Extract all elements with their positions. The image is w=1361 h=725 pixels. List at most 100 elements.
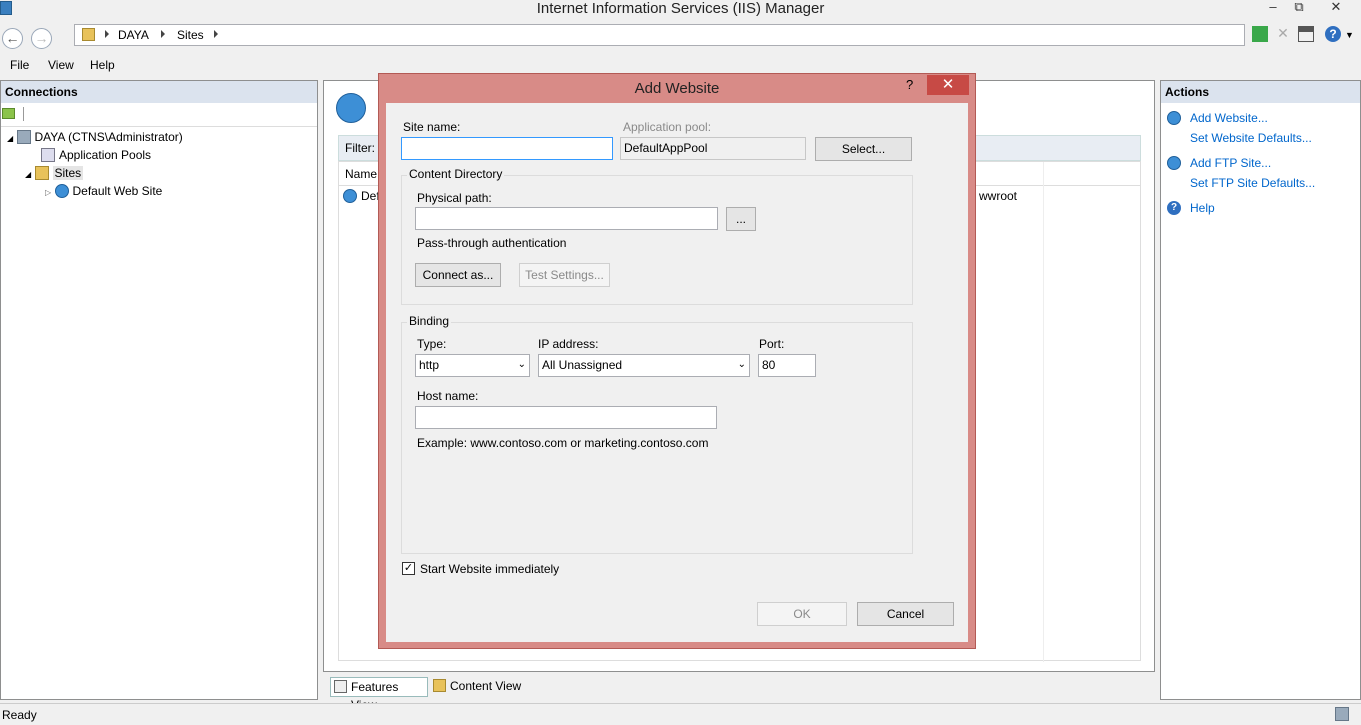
browse-button[interactable]: ... [726, 207, 756, 231]
start-website-checkbox[interactable]: ✓ [402, 562, 415, 575]
collapse-arrow-icon[interactable]: ◢ [7, 134, 13, 143]
sites-folder-icon [34, 166, 49, 180]
toolbar-divider [23, 107, 24, 121]
sites-globe-icon [336, 93, 366, 123]
content-directory-label: Content Directory [407, 167, 505, 181]
row-name: Def [361, 189, 380, 203]
connect-as-button[interactable]: Connect as... [415, 263, 501, 287]
ok-button[interactable]: OK [757, 602, 847, 626]
row-physical-path: wwroot [979, 189, 1018, 203]
refresh-icon[interactable] [1252, 26, 1268, 42]
connections-toolbar [1, 103, 317, 127]
physical-path-label: Physical path: [417, 191, 492, 205]
features-view-icon [334, 680, 347, 693]
port-input[interactable]: 80 [758, 354, 816, 377]
binding-label: Binding [407, 314, 452, 328]
address-bar[interactable]: DAYA Sites [74, 24, 1245, 46]
menu-view[interactable]: View [48, 58, 74, 72]
tree-label-app-pools: Application Pools [59, 148, 152, 162]
action-add-ftp-site[interactable]: Add FTP Site... [1190, 156, 1271, 170]
connections-panel: Connections ◢ DAYA (CTNS\Administrator) … [0, 80, 318, 700]
cancel-button[interactable]: Cancel [857, 602, 954, 626]
folder-icon [82, 28, 95, 41]
breadcrumb-separator-icon [105, 30, 109, 38]
action-set-website-defaults[interactable]: Set Website Defaults... [1190, 131, 1312, 145]
port-label: Port: [759, 337, 785, 351]
tree-item-default-web-site[interactable]: ▷ Default Web Site [45, 184, 162, 198]
tree-item-sites[interactable]: ◢ Sites [25, 166, 84, 180]
dialog-help-button[interactable]: ? [906, 77, 913, 92]
stop-icon[interactable]: ✕ [1275, 26, 1291, 42]
column-header-name[interactable]: Name [345, 167, 377, 181]
action-set-ftp-site-defaults[interactable]: Set FTP Site Defaults... [1190, 176, 1315, 190]
host-name-input[interactable] [415, 406, 717, 429]
server-icon [16, 130, 31, 144]
breadcrumb-separator-icon [214, 30, 218, 38]
forward-button[interactable]: → [31, 28, 52, 49]
host-name-example: Example: www.contoso.com or marketing.co… [417, 436, 709, 450]
collapse-arrow-icon[interactable]: ◢ [25, 170, 31, 179]
chevron-down-icon: ⌄ [517, 359, 526, 370]
ip-address-label: IP address: [538, 337, 599, 351]
filter-label: Filter: [345, 141, 375, 155]
actions-panel: Actions Add Website... Set Website Defau… [1160, 80, 1361, 700]
start-website-label[interactable]: Start Website immediately [420, 562, 559, 576]
help-icon: ? [1167, 201, 1181, 215]
close-button[interactable]: ✕ [1328, 0, 1344, 16]
test-settings-button[interactable]: Test Settings... [519, 263, 610, 287]
view-tabs: Features View Content View [323, 676, 1155, 712]
type-label: Type: [417, 337, 447, 351]
chevron-down-icon: ⌄ [737, 359, 746, 370]
content-view-icon [433, 679, 446, 692]
restore-button[interactable]: ⧉ [1292, 0, 1306, 16]
app-pools-icon [41, 148, 55, 162]
breadcrumb-daya[interactable]: DAYA [118, 28, 149, 42]
back-button[interactable]: ← [2, 28, 23, 49]
tree-label-sites: Sites [52, 166, 84, 180]
tree-label-server: DAYA (CTNS\Administrator) [34, 130, 183, 144]
ip-address-select[interactable]: All Unassigned ⌄ [538, 354, 750, 377]
help-icon[interactable]: ? [1325, 26, 1341, 42]
add-ftp-site-icon [1167, 156, 1181, 170]
menu-help[interactable]: Help [90, 58, 115, 72]
home-icon[interactable] [1298, 26, 1314, 42]
add-website-icon [1167, 111, 1181, 125]
add-website-dialog: Add Website ? ✕ Site name: Application p… [378, 73, 976, 649]
status-text: Ready [2, 708, 37, 722]
type-select-value: http [419, 358, 440, 372]
globe-icon [343, 189, 357, 203]
type-select[interactable]: http ⌄ [415, 354, 530, 377]
address-row: ← → DAYA Sites ✕ ? ▼ [0, 20, 1361, 52]
select-app-pool-button[interactable]: Select... [815, 137, 912, 161]
status-bar: Ready [0, 703, 1361, 725]
site-name-label: Site name: [403, 120, 461, 134]
site-name-input[interactable] [401, 137, 613, 160]
action-add-website[interactable]: Add Website... [1190, 111, 1268, 125]
back-arrow-icon: ← [5, 30, 20, 46]
expand-arrow-icon[interactable]: ▷ [45, 188, 51, 197]
tree-item-server[interactable]: ◢ DAYA (CTNS\Administrator) [7, 130, 183, 144]
passthrough-auth-label: Pass-through authentication [417, 236, 567, 250]
connections-header: Connections [1, 81, 317, 103]
action-help[interactable]: Help [1190, 201, 1215, 215]
chevron-down-icon[interactable]: ▼ [1345, 30, 1354, 40]
table-row[interactable]: Def [343, 189, 380, 203]
dialog-close-button[interactable]: ✕ [927, 75, 969, 95]
breadcrumb-separator-icon [161, 30, 165, 38]
ip-address-select-value: All Unassigned [542, 358, 623, 372]
window-title: Internet Information Services (IIS) Mana… [536, 0, 825, 17]
tree-item-app-pools[interactable]: Application Pools [41, 148, 151, 162]
tab-content-view[interactable]: Content View [430, 677, 530, 697]
breadcrumb-sites[interactable]: Sites [177, 28, 204, 42]
globe-icon [54, 184, 69, 198]
physical-path-input[interactable] [415, 207, 718, 230]
tab-content-view-label: Content View [450, 679, 522, 693]
server-status-icon [1335, 707, 1349, 721]
checkmark-icon: ✓ [403, 562, 414, 574]
minimize-button[interactable]: ‒ [1266, 0, 1280, 16]
menu-file[interactable]: File [10, 58, 29, 72]
connect-icon[interactable] [2, 108, 15, 119]
tab-features-view[interactable]: Features View [330, 677, 428, 712]
actions-header: Actions [1161, 81, 1360, 103]
app-pool-field: DefaultAppPool [620, 137, 806, 160]
